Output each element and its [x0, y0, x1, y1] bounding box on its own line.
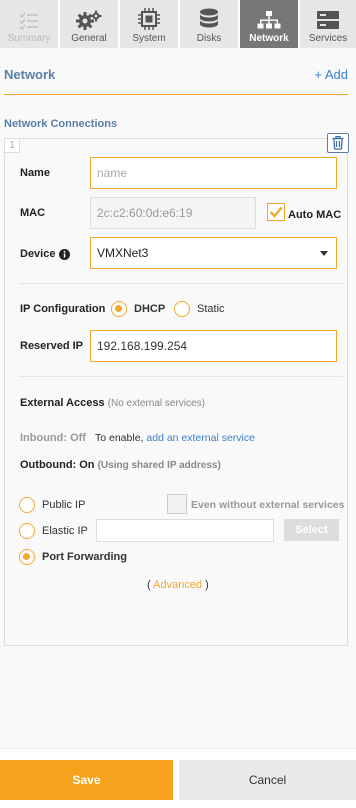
static-radio[interactable]	[174, 301, 190, 317]
advanced-paren-open: (	[147, 579, 151, 591]
reserved-ip-input[interactable]	[90, 330, 337, 362]
even-without-checkbox[interactable]	[167, 494, 187, 514]
device-label: Device	[20, 248, 56, 260]
elastic-ip-label: Elastic IP	[42, 525, 88, 537]
device-select[interactable]: VMXNet3	[90, 237, 337, 269]
add-network-button[interactable]: + Add	[314, 67, 348, 82]
public-ip-radio[interactable]	[19, 497, 35, 513]
even-without-label: Even without external services	[191, 499, 345, 511]
port-forwarding-label: Port Forwarding	[42, 551, 127, 563]
info-icon[interactable]	[59, 249, 70, 260]
inbound-label: Inbound: Off	[20, 432, 86, 444]
tab-label: Network	[249, 33, 289, 44]
connection-index: 1	[5, 139, 20, 153]
elastic-ip-radio[interactable]	[19, 523, 35, 539]
inbound-message: To enable,	[95, 432, 144, 444]
dhcp-label: DHCP	[134, 303, 166, 315]
reserved-ip-label: Reserved IP	[20, 340, 83, 352]
tab-system[interactable]: System	[120, 0, 178, 48]
name-label: Name	[20, 167, 50, 179]
external-access-heading: External Access (No external services)	[20, 397, 205, 409]
tab-network[interactable]: Network	[240, 0, 298, 54]
tab-disks[interactable]: Disks	[180, 0, 238, 48]
gears-icon	[76, 10, 102, 30]
chip-icon	[138, 8, 160, 30]
add-external-service-link[interactable]: add an external service	[146, 432, 255, 444]
auto-mac-checkbox[interactable]	[267, 203, 285, 221]
mac-label: MAC	[20, 207, 46, 219]
delete-connection-button[interactable]	[327, 133, 349, 153]
chevron-down-icon	[320, 251, 328, 256]
tab-label: System	[132, 33, 166, 44]
network-panel: Network + Add Network Connections 1 Name…	[0, 48, 356, 748]
inbound-text: To enable, add an external service	[95, 432, 255, 444]
tab-label: Disks	[196, 33, 222, 44]
tab-label: Summary	[7, 33, 51, 44]
device-value: VMXNet3	[97, 246, 149, 260]
tab-bar: Summary General System Disks Network Ser…	[0, 0, 356, 54]
divider	[4, 94, 348, 95]
connection-card: 1 Name MAC Auto MAC Device	[4, 133, 349, 646]
select-elastic-ip-button[interactable]: Select	[284, 519, 339, 541]
checkmark-icon	[269, 206, 283, 218]
divider	[19, 283, 343, 284]
database-icon	[200, 8, 218, 28]
page-title: Network	[4, 67, 56, 82]
network-connections-heading: Network Connections	[4, 118, 118, 130]
advanced-toggle: ( Advanced )	[147, 579, 209, 591]
elastic-ip-input[interactable]	[96, 519, 274, 542]
advanced-paren-close: )	[205, 579, 209, 591]
dhcp-radio[interactable]	[111, 301, 127, 317]
public-ip-label: Public IP	[42, 499, 86, 511]
tab-label: Services	[308, 33, 348, 44]
advanced-link[interactable]: Advanced	[153, 579, 202, 591]
cancel-button[interactable]: Cancel	[179, 760, 356, 800]
server-icon	[317, 11, 339, 29]
tab-label: General	[71, 33, 107, 44]
footer: Save Cancel	[0, 748, 356, 808]
tab-services[interactable]: Services	[300, 0, 356, 48]
outbound-heading: Outbound: On (Using shared IP address)	[20, 459, 221, 471]
trash-icon	[332, 136, 344, 150]
auto-mac-label: Auto MAC	[288, 209, 342, 221]
save-button[interactable]: Save	[0, 760, 173, 800]
external-access-note: (No external services)	[107, 398, 205, 409]
outbound-label: Outbound: On	[20, 459, 95, 471]
divider	[19, 376, 343, 377]
port-forwarding-radio[interactable]	[19, 549, 35, 565]
name-input[interactable]	[90, 157, 337, 189]
tab-general[interactable]: General	[60, 0, 118, 48]
outbound-note: (Using shared IP address)	[97, 460, 221, 471]
tab-summary[interactable]: Summary	[0, 0, 58, 48]
external-access-title: External Access	[20, 397, 105, 409]
network-icon	[257, 11, 281, 29]
mac-input[interactable]	[90, 197, 256, 229]
ip-configuration-label: IP Configuration	[20, 303, 106, 315]
summary-icon	[19, 12, 38, 30]
static-label: Static	[197, 303, 225, 315]
